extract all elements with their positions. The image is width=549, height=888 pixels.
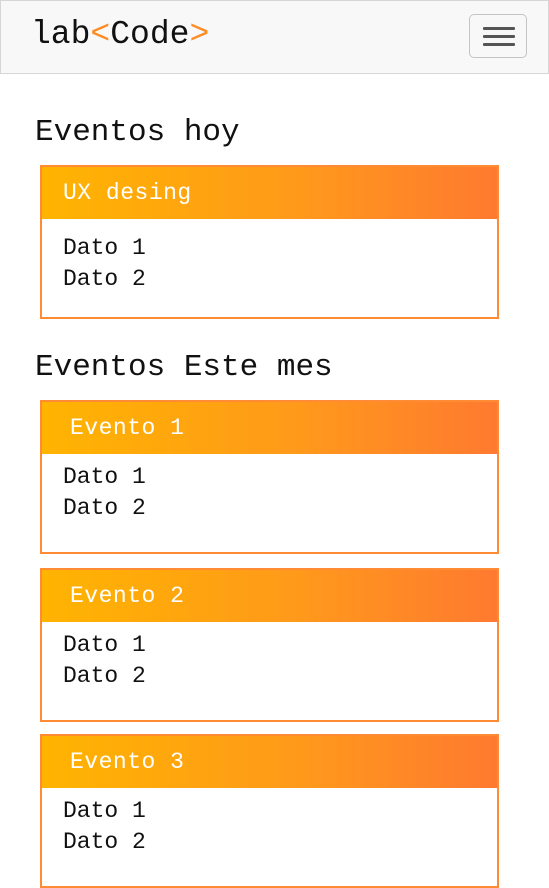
card-item: Dato 2: [63, 663, 146, 689]
card-title: Evento 1: [70, 415, 185, 441]
card-title: Evento 3: [70, 749, 185, 775]
card-title: Evento 2: [70, 583, 185, 609]
card-header: UX desing: [42, 167, 497, 219]
event-card[interactable]: Evento 1 Dato 1 Dato 2: [40, 400, 499, 554]
event-card[interactable]: Evento 2 Dato 1 Dato 2: [40, 568, 499, 722]
card-item: Dato 1: [63, 632, 146, 658]
card-header: Evento 2: [42, 570, 497, 622]
brand-logo[interactable]: lab<Code>: [31, 15, 209, 55]
section-title-today: Eventos hoy: [35, 115, 240, 150]
brand-close-bracket: >: [189, 16, 210, 53]
card-body: Dato 1 Dato 2: [63, 233, 146, 295]
card-header: Evento 1: [42, 402, 497, 454]
navbar: lab<Code>: [0, 0, 549, 74]
menu-toggle-button[interactable]: [469, 14, 527, 58]
brand-name: Code: [110, 16, 190, 53]
card-item: Dato 2: [63, 495, 146, 521]
card-item: Dato 2: [63, 266, 146, 292]
card-item: Dato 1: [63, 798, 146, 824]
event-card[interactable]: UX desing Dato 1 Dato 2: [40, 165, 499, 319]
card-item: Dato 1: [63, 464, 146, 490]
section-title-month: Eventos Este mes: [35, 350, 333, 385]
event-card[interactable]: Evento 3 Dato 1 Dato 2: [40, 734, 499, 888]
card-header: Evento 3: [42, 736, 497, 788]
card-body: Dato 1 Dato 2: [63, 796, 146, 858]
card-body: Dato 1 Dato 2: [63, 630, 146, 692]
card-item: Dato 1: [63, 235, 146, 261]
brand-open-bracket: <: [90, 16, 111, 53]
card-title: UX desing: [63, 180, 192, 206]
card-body: Dato 1 Dato 2: [63, 462, 146, 524]
brand-prefix: lab: [31, 16, 91, 53]
card-item: Dato 2: [63, 829, 146, 855]
